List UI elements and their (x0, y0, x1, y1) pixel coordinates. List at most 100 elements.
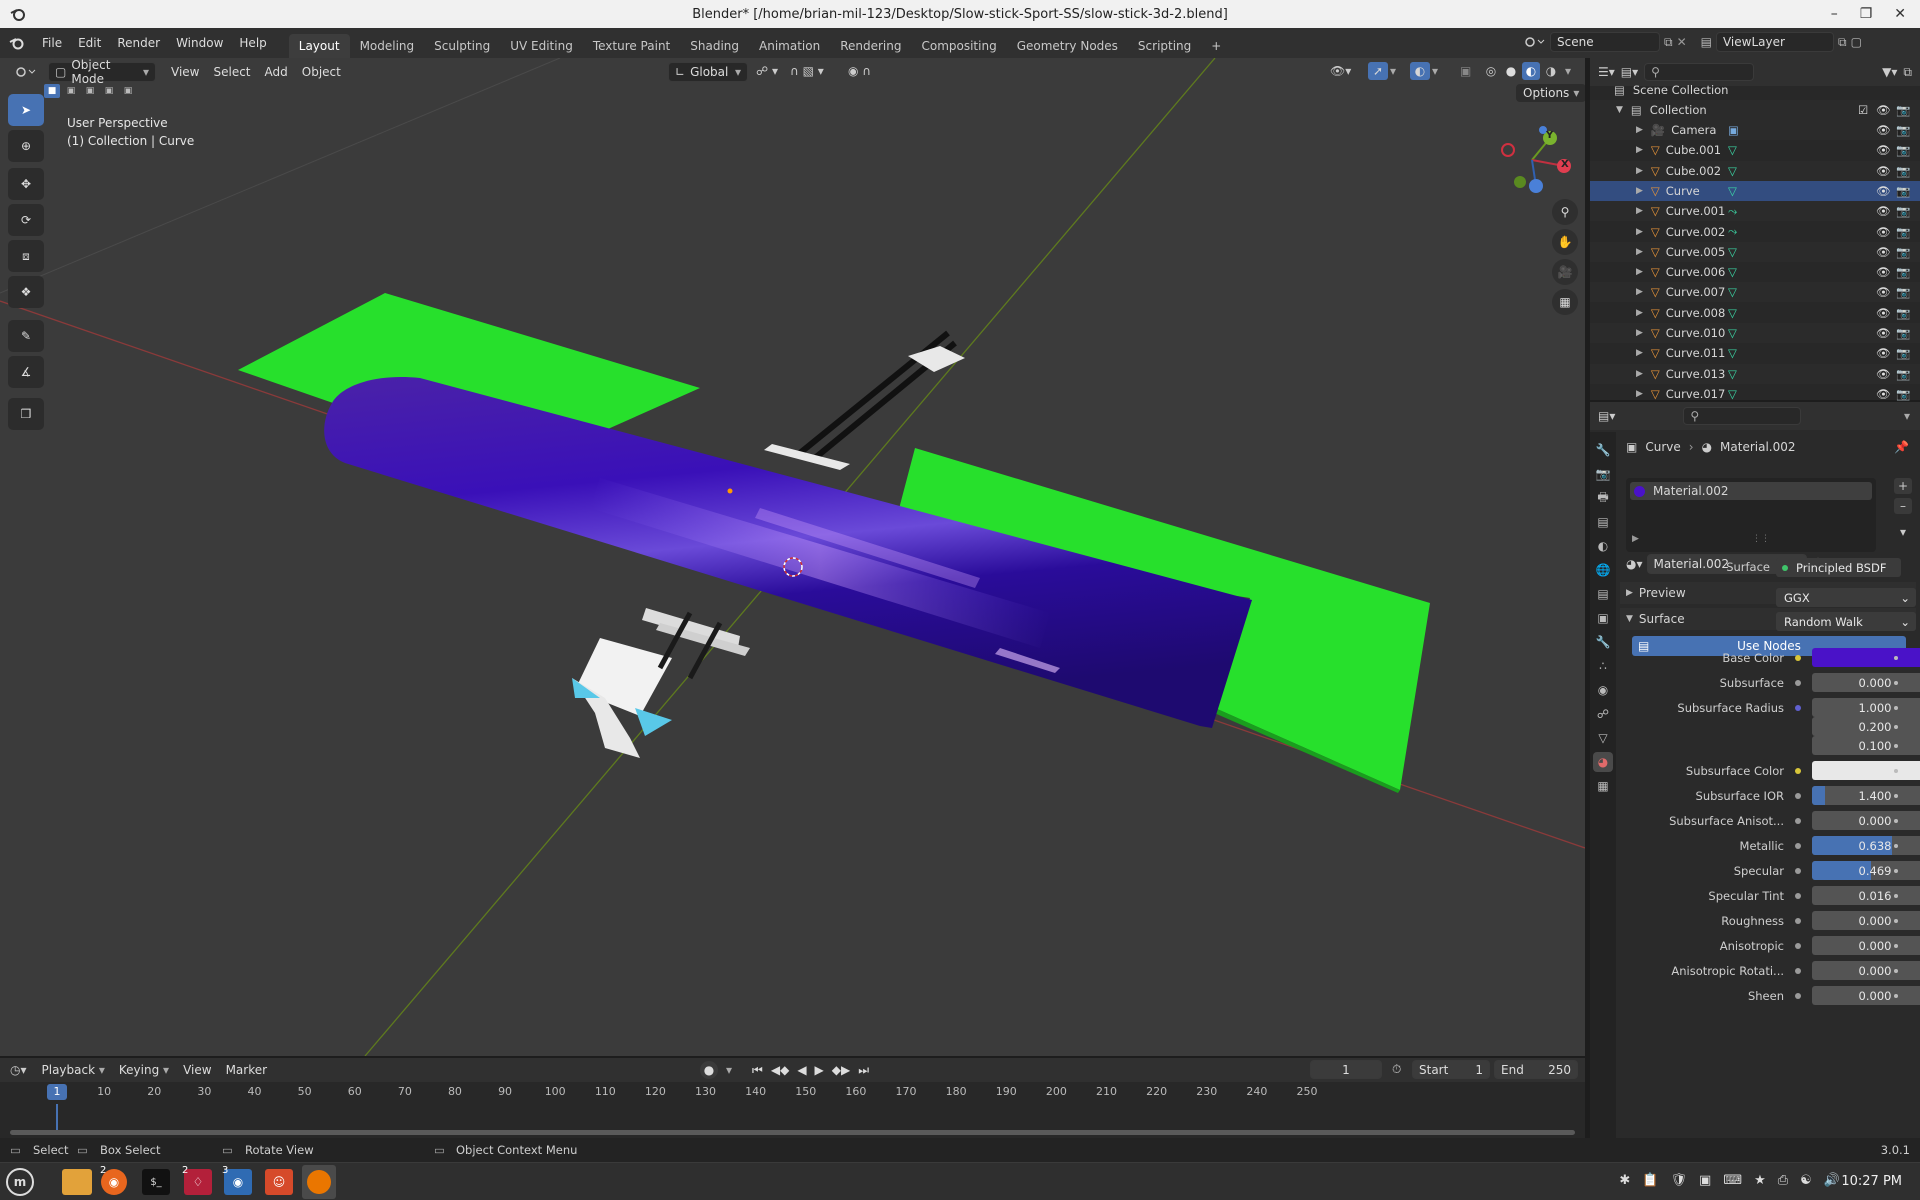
outliner-editor-icon[interactable]: ☰▾ (1598, 65, 1615, 79)
timeline-menu-marker[interactable]: Marker (219, 1060, 274, 1080)
input-socket-icon[interactable] (1795, 868, 1801, 874)
mode-selector[interactable]: ▢ Object Mode ▾ (48, 58, 156, 86)
subsurface-radius-3-field[interactable]: 0.200 (1812, 717, 1920, 736)
annotate-tool[interactable]: ✎ (8, 320, 44, 352)
outliner-collection[interactable]: ▼ ▤ Collection ☑ 👁 📷 (1590, 100, 1920, 120)
viewport-menu-object[interactable]: Object (295, 62, 348, 82)
subsurface-radius-field[interactable]: 1.000 (1812, 698, 1920, 717)
options-dropdown[interactable]: Options ▾ (1516, 84, 1585, 102)
select-intersect-icon[interactable]: ▣ (120, 84, 136, 98)
input-socket-icon[interactable] (1795, 968, 1801, 974)
minimize-icon[interactable]: – (1831, 6, 1838, 22)
input-socket-icon[interactable] (1795, 918, 1801, 924)
eye-icon[interactable]: 👁 (1876, 164, 1891, 178)
tab-scripting[interactable]: Scripting (1128, 34, 1201, 58)
mesh-data-icon[interactable]: ▽ (1728, 265, 1737, 279)
input-socket-icon[interactable] (1795, 768, 1801, 774)
tab-texture-paint[interactable]: Texture Paint (583, 34, 680, 58)
keyframe-dot-icon[interactable] (1894, 769, 1898, 773)
subsurface-color-swatch[interactable] (1812, 761, 1920, 780)
snap-icon[interactable]: ∩ ▧ ▾ (790, 64, 824, 78)
input-socket-icon[interactable] (1795, 655, 1801, 661)
eye-icon[interactable]: 👁 (1876, 184, 1891, 198)
add-workspace-icon[interactable]: + (1201, 34, 1231, 58)
keyframe-dot-icon[interactable] (1894, 656, 1898, 660)
eye-icon[interactable]: 👁 (1876, 103, 1891, 117)
outliner-item[interactable]: ▶ ▽ Curve ▽ 👁 📷 (1590, 180, 1920, 201)
metallic-field[interactable]: 0.638 (1812, 836, 1920, 855)
outliner-item[interactable]: ▶ ▽ Curve.013 ▽ 👁 📷 (1590, 363, 1920, 384)
printer-icon[interactable]: ⎙ (1778, 1173, 1788, 1188)
keyframe-dot-icon[interactable] (1894, 744, 1898, 748)
mesh-data-icon[interactable]: ▽ (1728, 245, 1737, 259)
input-socket-icon[interactable] (1795, 893, 1801, 899)
wireframe-shading-icon[interactable]: ◎ (1482, 62, 1500, 80)
keyframe-dot-icon[interactable] (1894, 794, 1898, 798)
tab-shading[interactable]: Shading (680, 34, 749, 58)
chevron-down-icon[interactable]: ▾ (1562, 62, 1574, 80)
input-socket-icon[interactable] (1795, 680, 1801, 686)
new-scene-icon[interactable]: ⧉ (1664, 35, 1673, 50)
transform-tool[interactable]: ❖ (8, 276, 44, 308)
menu-window[interactable]: Window (168, 28, 231, 58)
auto-keying-icon[interactable]: ● (700, 1061, 718, 1079)
expand-arrow-icon[interactable]: ▶ (1636, 227, 1643, 237)
eye-icon[interactable]: 👁 (1876, 265, 1891, 279)
input-socket-icon[interactable] (1795, 943, 1801, 949)
eye-icon[interactable]: 👁 (1876, 123, 1891, 137)
delete-view-layer-icon[interactable]: ▢ (1851, 35, 1862, 49)
eye-icon[interactable]: 👁 (1876, 225, 1891, 239)
stopwatch-icon[interactable]: ⏱ (1392, 1062, 1401, 1077)
outliner-item[interactable]: ▶ ▽ Curve.010 ▽ 👁 📷 (1590, 323, 1920, 343)
keyframe-dot-icon[interactable] (1894, 894, 1898, 898)
scale-tool[interactable]: ⧈ (8, 240, 44, 272)
tab-rendering[interactable]: Rendering (830, 34, 911, 58)
start-frame-field[interactable]: Start 1 (1412, 1060, 1490, 1079)
eye-icon[interactable]: 👁 (1876, 204, 1891, 218)
expand-arrow-icon[interactable]: ▶ (1636, 145, 1643, 155)
blender-menu-icon[interactable] (0, 35, 34, 51)
play-reverse-icon[interactable]: ◀ (797, 1063, 806, 1077)
files-app-icon[interactable] (62, 1169, 92, 1195)
eye-icon[interactable]: 👁 (1876, 143, 1891, 157)
outliner-item[interactable]: ▶ ▽ Curve.011 ▽ 👁 📷 (1590, 343, 1920, 363)
mesh-data-icon[interactable]: ▽ (1728, 143, 1737, 157)
keyframe-dot-icon[interactable] (1894, 819, 1898, 823)
expand-arrow-icon[interactable]: ▶ (1636, 125, 1643, 135)
mesh-data-icon[interactable]: ▽ (1728, 184, 1737, 198)
expand-arrow-icon[interactable]: ▶ (1636, 369, 1643, 379)
keyframe-dot-icon[interactable] (1894, 944, 1898, 948)
input-socket-icon[interactable] (1795, 818, 1801, 824)
camera-render-icon[interactable]: 📷 (1896, 367, 1910, 381)
expand-arrow-icon[interactable]: ▼ (1616, 105, 1623, 115)
subsurface-method-dropdown[interactable]: Random Walk ⌄ (1776, 612, 1916, 631)
visibility-icon[interactable]: 👁▾ (1330, 64, 1351, 78)
camera-render-icon[interactable]: 📷 (1896, 387, 1910, 401)
expand-arrow-icon[interactable]: ▶ (1636, 328, 1643, 338)
camera-render-icon[interactable]: 📷 (1896, 265, 1910, 279)
select-extend-icon[interactable]: ▣ (63, 84, 79, 98)
outliner-item[interactable]: ▶ 🎥 Camera ▣ 👁 📷 (1590, 120, 1920, 140)
outliner-item[interactable]: ▶ ▽ Curve.002 ⤳ 👁 📷 (1590, 222, 1920, 242)
outliner-search[interactable]: ⚲ (1644, 63, 1755, 81)
new-view-layer-icon[interactable]: ⧉ (1838, 35, 1847, 50)
game-app-icon[interactable]: ☺ (265, 1169, 293, 1195)
camera-render-icon[interactable]: 📷 (1896, 326, 1910, 340)
gizmo-toggle-icon[interactable]: ➚ (1368, 62, 1388, 80)
keyframe-dot-icon[interactable] (1894, 844, 1898, 848)
rendered-shading-icon[interactable]: ◑ (1542, 62, 1560, 80)
timeline-scrollbar[interactable] (10, 1130, 1575, 1135)
xray-icon[interactable]: ▣ (1460, 64, 1471, 78)
keyboard-icon[interactable]: ⌨ (1723, 1173, 1742, 1188)
subsurface-ior-field[interactable]: 1.400 (1812, 786, 1920, 805)
new-collection-icon[interactable]: ⧉ (1903, 65, 1912, 80)
viewport-menu-view[interactable]: View (164, 62, 206, 82)
terminal-icon[interactable]: $_ (142, 1169, 170, 1195)
outliner-item[interactable]: ▶ ▽ Curve.005 ▽ 👁 📷 (1590, 241, 1920, 262)
specular-tint-field[interactable]: 0.016 (1812, 886, 1920, 905)
volume-icon[interactable]: 🔊 (1824, 1173, 1840, 1188)
jump-keyframe-forward-icon[interactable]: ◆▶ (832, 1063, 850, 1077)
subsurface-anisot-field[interactable]: 0.000 (1812, 811, 1920, 830)
jump-keyframe-back-icon[interactable]: ◀◆ (771, 1063, 789, 1077)
tab-uv-editing[interactable]: UV Editing (500, 34, 583, 58)
